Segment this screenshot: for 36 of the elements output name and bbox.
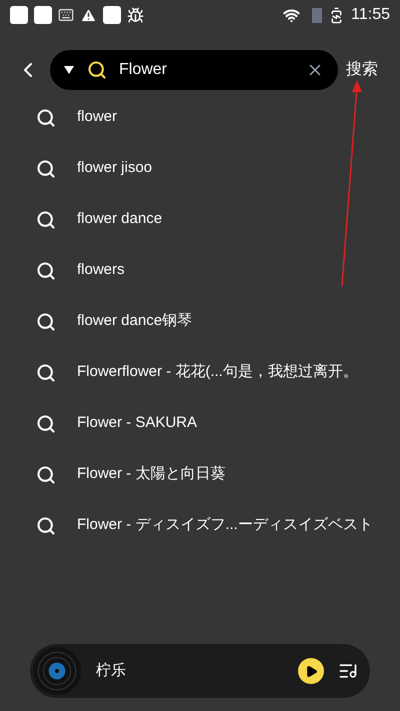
suggestion-item[interactable]: Flowerflower - 花花(...句是，我想过离开。 [77,361,358,384]
search-icon [36,464,56,484]
suggestion-item[interactable]: flower [77,106,118,129]
suggestion-item[interactable]: flower jisoo [77,157,152,180]
suggestion-item[interactable]: Flower - 太陽と向日葵 [77,463,226,486]
wifi-icon [283,6,300,24]
notification-icon [103,6,121,24]
search-icon [36,260,56,280]
play-button[interactable] [298,658,324,684]
search-icon [36,210,56,230]
search-input[interactable]: Flower [119,58,306,82]
suggestion-item[interactable]: Flower - SAKURA [77,412,198,435]
status-time: 11:55 [351,5,390,25]
search-field[interactable]: Flower [50,50,338,90]
search-icon [36,312,56,332]
bug-icon [127,6,144,24]
play-icon [304,664,318,678]
search-icon [36,362,56,382]
warning-icon [80,6,97,24]
search-icon [36,108,56,128]
player-bar[interactable]: 柠乐 [30,644,370,698]
vinyl-disc-icon [32,646,82,696]
dropdown-caret-icon[interactable] [64,66,74,74]
suggestion-item[interactable]: flower dance钢琴 [77,310,192,333]
notification-icon [10,6,28,24]
suggestion-item[interactable]: flower dance [77,208,162,231]
suggestion-item[interactable]: flowers [77,259,125,282]
suggestion-item[interactable]: Flower - ディスイズフ...ーディスイズベスト [77,514,373,537]
search-icon [87,60,107,80]
keyboard-icon [58,7,74,23]
notification-icon [34,6,52,24]
search-icon [36,516,56,536]
search-icon [36,414,56,434]
song-title: 柠乐 [96,660,127,681]
search-button[interactable]: 搜索 [346,58,378,82]
search-icon [36,158,56,178]
